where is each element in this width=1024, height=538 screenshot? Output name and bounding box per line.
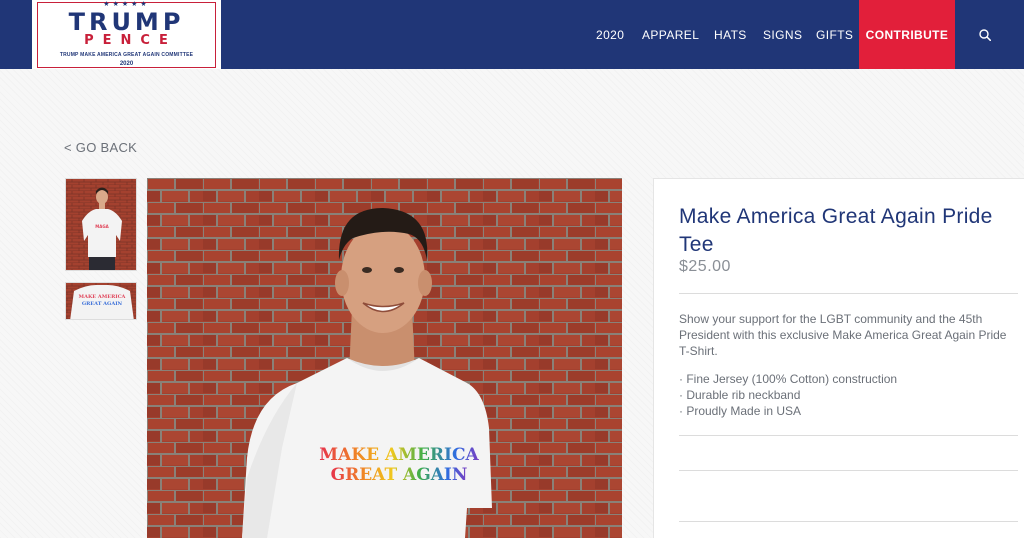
product-thumbnail-2[interactable]: MAKE AMERICA GREAT AGAIN <box>65 282 137 320</box>
logo-committee-text: TRUMP MAKE AMERICA GREAT AGAIN COMMITTEE <box>59 52 194 58</box>
svg-text:GREAT AGAIN: GREAT AGAIN <box>82 301 123 307</box>
logo-stars: ★★★★★ <box>103 1 150 8</box>
svg-text:MAGA: MAGA <box>95 224 109 229</box>
divider <box>679 435 1018 436</box>
nav-item-signs[interactable]: SIGNS <box>763 0 802 69</box>
logo-frame: ★★★★★ TRUMP PENCE TRUMP MAKE AMERICA GRE… <box>37 1 216 68</box>
svg-text:MAKE AMERICA: MAKE AMERICA <box>79 294 126 300</box>
shirt-print-line1: MAKE AMERICA <box>319 445 479 465</box>
nav-item-2020[interactable]: 2020 <box>596 0 624 69</box>
product-details-panel: Make America Great Again Pride Tee $25.0… <box>653 178 1024 538</box>
nav-item-gifts[interactable]: GIFTS <box>816 0 853 69</box>
contribute-button[interactable]: CONTRIBUTE <box>859 0 955 69</box>
logo-year-text: 2020 <box>119 61 134 67</box>
product-description: Show your support for the LGBT community… <box>679 312 1007 358</box>
feature-list: · Fine Jersey (100% Cotton) construction… <box>679 371 897 419</box>
divider <box>679 293 1018 294</box>
product-main-image: MAKE AMERICA GREAT AGAIN <box>147 178 622 538</box>
shirt-print-line2: GREAT AGAIN <box>331 465 468 485</box>
go-back-link[interactable]: < GO BACK <box>64 140 137 155</box>
product-thumbnail-1[interactable]: MAGA <box>65 178 137 271</box>
divider <box>679 521 1018 522</box>
logo-trump-text: TRUMP <box>68 8 185 36</box>
search-icon[interactable] <box>979 29 991 41</box>
product-price: $25.00 <box>679 258 731 275</box>
site-header: ★★★★★ TRUMP PENCE TRUMP MAKE AMERICA GRE… <box>0 0 1024 69</box>
feature-item: · Proudly Made in USA <box>679 404 802 418</box>
divider <box>679 470 1018 471</box>
feature-item: · Durable rib neckband <box>679 388 801 402</box>
logo[interactable]: ★★★★★ TRUMP PENCE TRUMP MAKE AMERICA GRE… <box>32 0 221 69</box>
nav-item-hats[interactable]: HATS <box>714 0 747 69</box>
feature-item: · Fine Jersey (100% Cotton) construction <box>679 372 898 386</box>
product-title: Make America Great Again Pride Tee <box>679 205 993 256</box>
logo-pence-text: PENCE <box>84 33 177 48</box>
nav-item-apparel[interactable]: APPAREL <box>642 0 699 69</box>
